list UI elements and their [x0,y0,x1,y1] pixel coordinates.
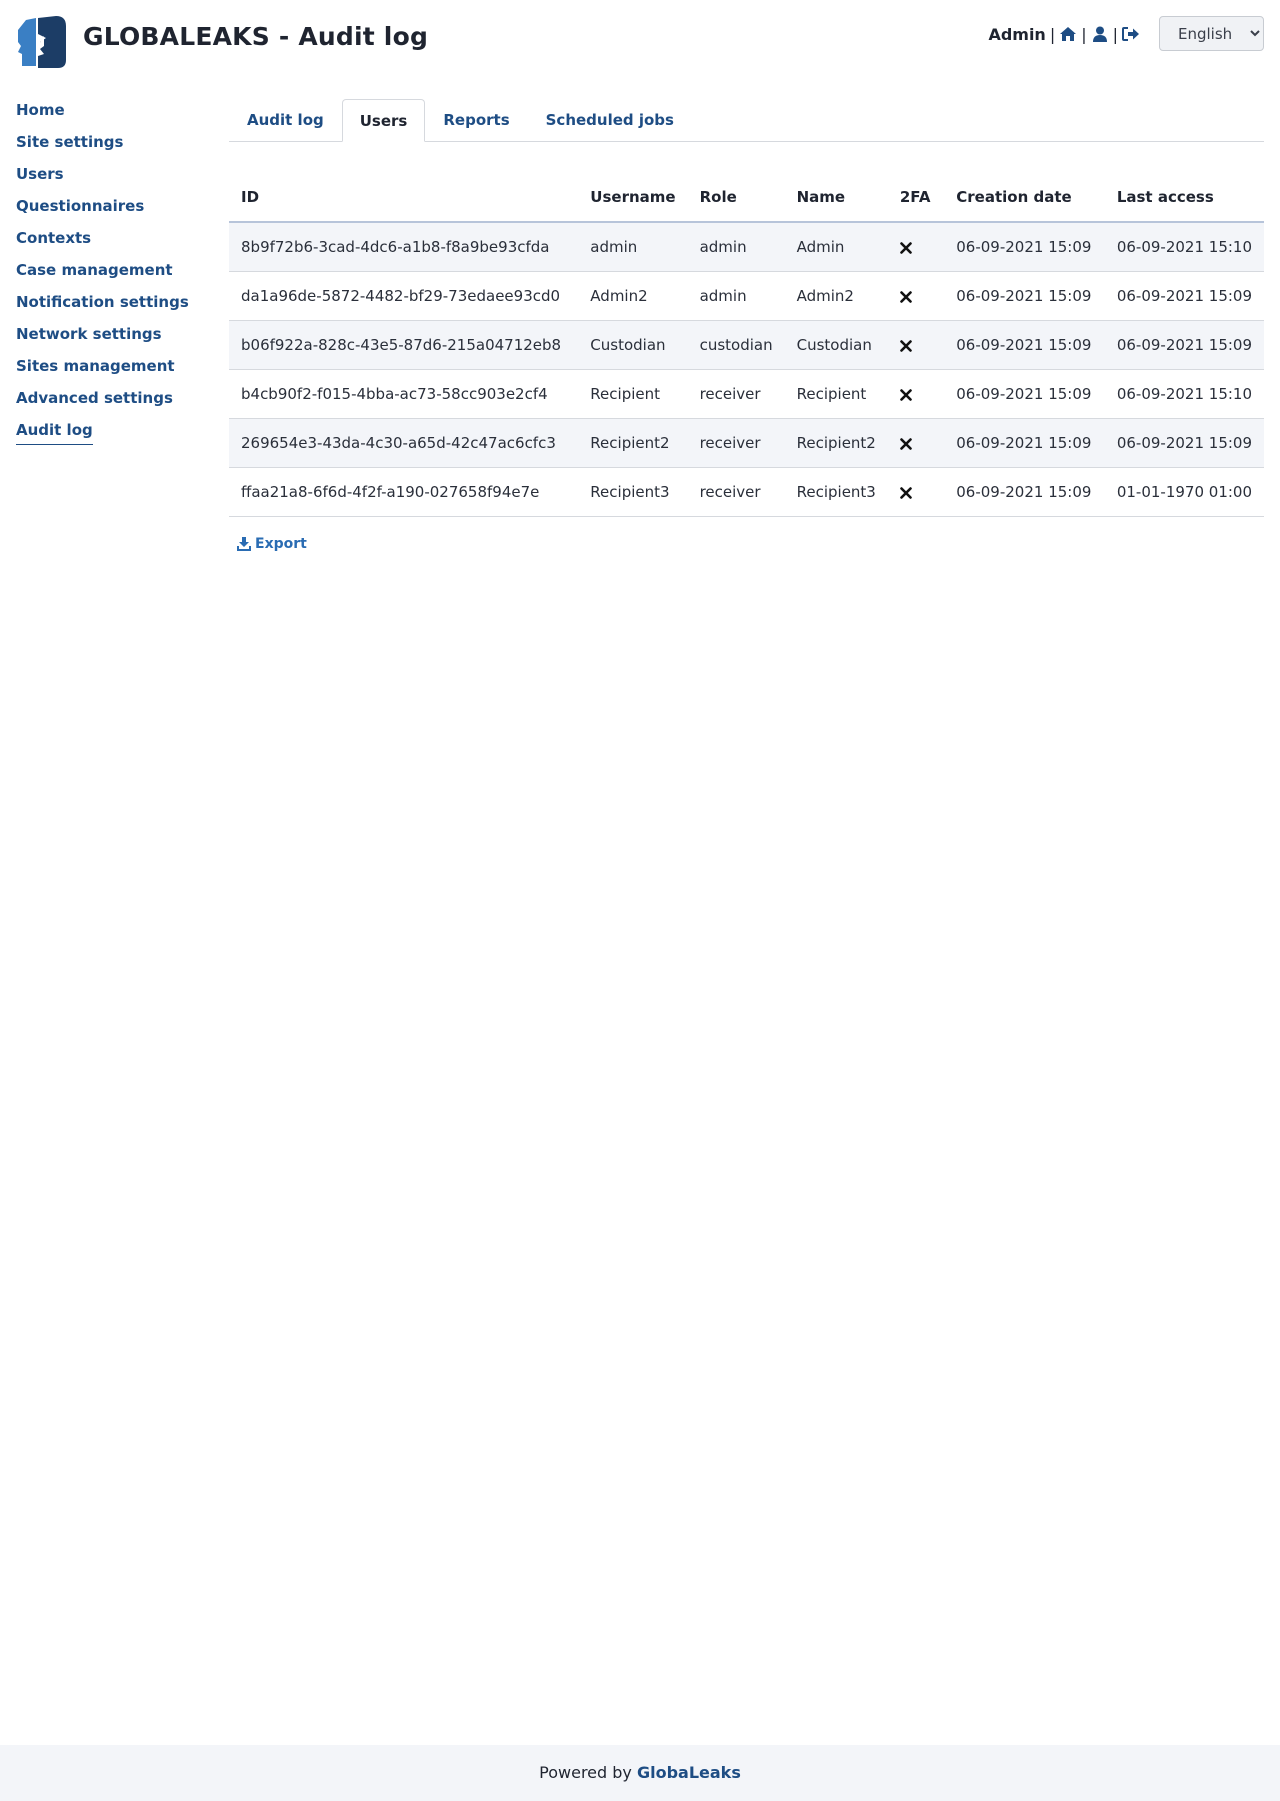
sign-out-icon[interactable] [1122,25,1140,43]
cell-creation-date: 06-09-2021 15:09 [944,467,1105,517]
table-row: 269654e3-43da-4c30-a65d-42c47ac6cfc3 Reci… [229,418,1264,468]
separator: | [1081,24,1087,44]
times-icon [900,339,912,352]
cell-last-access: 06-09-2021 15:10 [1104,369,1264,419]
times-icon [900,388,912,401]
cell-username: Recipient2 [578,418,688,468]
export-button[interactable]: Export [237,536,307,552]
cell-id: b4cb90f2-f015-4bba-ac73-58cc903e2cf4 [229,369,579,419]
cell-id: ffaa21a8-6f6d-4f2f-a190-027658f94e7e [229,467,579,517]
cell-role: receiver [687,467,785,517]
table-row: b4cb90f2-f015-4bba-ac73-58cc903e2cf4 Reci… [229,369,1264,419]
sidebar-item-home[interactable]: Home [16,98,216,130]
column-header-username: Username [578,172,688,223]
cell-role: admin [687,271,785,321]
cell-2fa [887,222,945,272]
cell-2fa [887,369,945,419]
tab-bar: Audit log Users Reports Scheduled jobs [229,99,1264,142]
sidebar-item-users[interactable]: Users [16,162,216,194]
cell-username: Custodian [578,320,688,370]
cell-creation-date: 06-09-2021 15:09 [944,271,1105,321]
username-label: Admin [988,24,1046,44]
sidebar-item-case-management[interactable]: Case management [16,258,216,290]
cell-name: Admin2 [784,271,888,321]
cell-name: Recipient [784,369,888,419]
cell-2fa [887,467,945,517]
footer-prefix: Powered by [539,1763,632,1782]
sidebar-item-advanced-settings[interactable]: Advanced settings [16,386,216,418]
tab-reports[interactable]: Reports [425,99,527,140]
cell-role: receiver [687,418,785,468]
sidebar-item-site-settings[interactable]: Site settings [16,130,216,162]
column-header-last-access: Last access [1104,172,1264,223]
cell-username: Admin2 [578,271,688,321]
globaleaks-logo[interactable] [16,16,66,68]
cell-username: Recipient [578,369,688,419]
column-header-name: Name [784,172,888,223]
times-icon [900,486,912,499]
column-header-creation-date: Creation date [944,172,1105,223]
export-label: Export [255,536,307,552]
cell-creation-date: 06-09-2021 15:09 [944,369,1105,419]
footer-brand-link[interactable]: GlobaLeaks [637,1763,741,1782]
column-header-id: ID [229,172,579,223]
sidebar-item-sites-management[interactable]: Sites management [16,354,216,386]
cell-username: Recipient3 [578,467,688,517]
sidebar-item-network-settings[interactable]: Network settings [16,322,216,354]
cell-name: Custodian [784,320,888,370]
tab-scheduled-jobs[interactable]: Scheduled jobs [528,99,692,140]
user-icon[interactable] [1091,25,1109,43]
table-row: 8b9f72b6-3cad-4dc6-a1b8-f8a9be93cfda admi… [229,222,1264,272]
cell-creation-date: 06-09-2021 15:09 [944,222,1105,272]
table-row: b06f922a-828c-43e5-87d6-215a04712eb8 Cust… [229,320,1264,370]
table-header-row: ID Username Role Name 2FA Creation date … [229,172,1264,223]
home-icon[interactable] [1059,25,1077,43]
page-title: GLOBALEAKS - Audit log [83,22,429,51]
cell-id: b06f922a-828c-43e5-87d6-215a04712eb8 [229,320,579,370]
footer: Powered by GlobaLeaks [0,1745,1280,1801]
cell-2fa [887,271,945,321]
users-table: ID Username Role Name 2FA Creation date … [229,172,1264,517]
cell-creation-date: 06-09-2021 15:09 [944,320,1105,370]
column-header-role: Role [687,172,785,223]
sidebar-item-questionnaires[interactable]: Questionnaires [16,194,216,226]
download-icon [237,537,251,551]
separator: | [1049,24,1056,44]
user-nav: Admin | | | [988,22,1140,46]
tab-users[interactable]: Users [341,99,426,142]
cell-id: 269654e3-43da-4c30-a65d-42c47ac6cfc3 [229,418,579,468]
sidebar-item-notification-settings[interactable]: Notification settings [16,290,216,322]
cell-last-access: 01-01-1970 01:00 [1104,467,1264,517]
table-row: ffaa21a8-6f6d-4f2f-a190-027658f94e7e Reci… [229,467,1264,517]
cell-username: admin [578,222,688,272]
cell-name: Admin [784,222,888,272]
separator: | [1112,24,1118,44]
table-row: da1a96de-5872-4482-bf29-73edaee93cd0 Admi… [229,271,1264,321]
cell-last-access: 06-09-2021 15:10 [1104,222,1264,272]
cell-creation-date: 06-09-2021 15:09 [944,418,1105,468]
cell-role: receiver [687,369,785,419]
cell-role: custodian [687,320,785,370]
times-icon [900,437,912,450]
cell-id: 8b9f72b6-3cad-4dc6-a1b8-f8a9be93cfda [229,222,579,272]
table-body: 8b9f72b6-3cad-4dc6-a1b8-f8a9be93cfda admi… [229,222,1264,517]
times-icon [900,290,912,303]
column-header-2fa: 2FA [887,172,945,223]
cell-last-access: 06-09-2021 15:09 [1104,320,1264,370]
header: GLOBALEAKS - Audit log Admin | | | Engli… [0,0,1280,84]
times-icon [900,241,912,254]
cell-2fa [887,320,945,370]
sidebar: Home Site settings Users Questionnaires … [16,98,216,450]
cell-role: admin [687,222,785,272]
cell-last-access: 06-09-2021 15:09 [1104,271,1264,321]
cell-last-access: 06-09-2021 15:09 [1104,418,1264,468]
language-select[interactable]: English [1159,16,1264,51]
sidebar-item-audit-log[interactable]: Audit log [16,418,216,450]
tab-audit-log[interactable]: Audit log [229,99,342,140]
sidebar-item-contexts[interactable]: Contexts [16,226,216,258]
cell-id: da1a96de-5872-4482-bf29-73edaee93cd0 [229,271,579,321]
cell-2fa [887,418,945,468]
cell-name: Recipient3 [784,467,888,517]
cell-name: Recipient2 [784,418,888,468]
